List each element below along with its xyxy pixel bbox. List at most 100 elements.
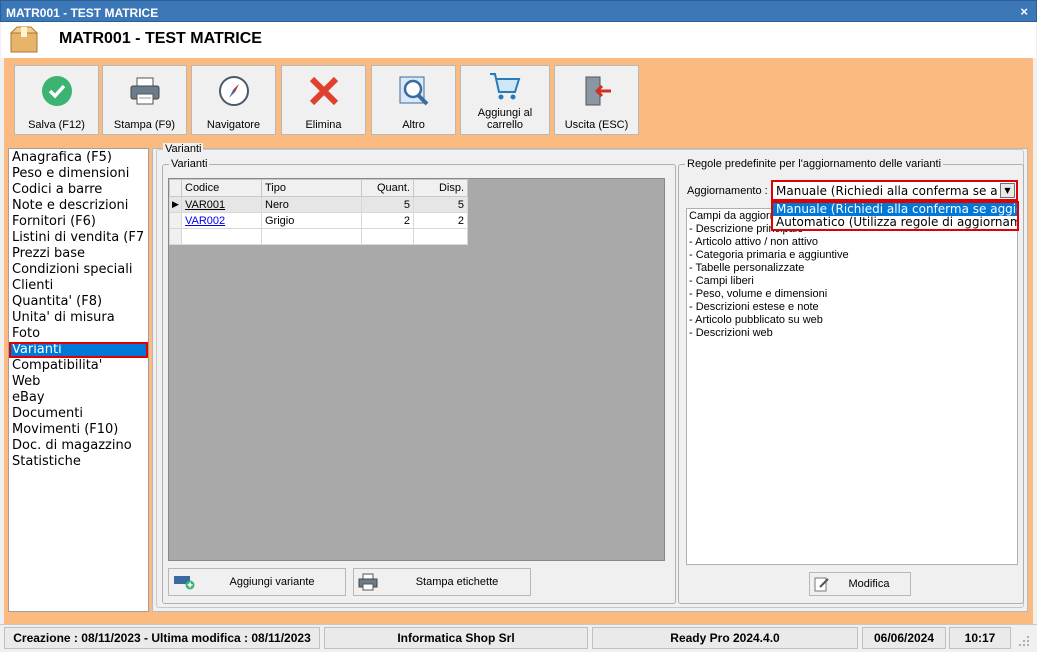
add-to-cart-button[interactable]: Aggiungi al carrello — [460, 65, 550, 135]
printer-icon — [130, 77, 159, 105]
sidebar-item-compatibilita[interactable]: Compatibilita' — [9, 358, 148, 374]
chevron-down-icon[interactable]: ▼ — [1000, 183, 1015, 198]
update-mode-select[interactable]: Manuale (Richiedi alla conferma se aggio… — [771, 180, 1018, 201]
print-button[interactable]: Stampa (F9) — [102, 65, 187, 135]
new-row-cell[interactable] — [413, 228, 468, 245]
exit-door-icon — [585, 76, 611, 106]
sidebar-item-statistiche[interactable]: Statistiche — [9, 454, 148, 470]
sidebar-item-movimenti[interactable]: Movimenti (F10) — [9, 422, 148, 438]
page-title: MATR001 - TEST MATRICE — [59, 30, 262, 47]
delete-label: Elimina — [305, 119, 342, 131]
row-header-cell — [169, 212, 182, 229]
shopping-cart-icon — [490, 73, 521, 100]
column-header-quant[interactable]: Quant. — [361, 179, 414, 197]
sidebar-item-foto[interactable]: Foto — [9, 326, 148, 342]
delete-button[interactable]: Elimina — [281, 65, 366, 135]
sidebar-item-listini-vendita[interactable]: Listini di vendita (F7 — [9, 230, 148, 246]
fields-line: - Descrizioni web — [689, 327, 773, 339]
compass-icon — [218, 76, 249, 106]
sidebar-item-note-descrizioni[interactable]: Note e descrizioni — [9, 198, 148, 214]
variant-avail-cell: 2 — [413, 212, 468, 229]
variant-code-link[interactable]: VAR001 — [181, 196, 262, 213]
variant-qty-cell: 5 — [361, 196, 414, 213]
print-labels-button[interactable]: Stampa etichette — [353, 568, 531, 596]
sidebar-item-quantita[interactable]: Quantita' (F8) — [9, 294, 148, 310]
column-header-tipo[interactable]: Tipo — [261, 179, 362, 197]
package-box-icon — [9, 26, 39, 53]
fields-line: - Articolo attivo / non attivo — [689, 236, 819, 248]
sidebar-item-codici-barre[interactable]: Codici a barre — [9, 182, 148, 198]
sidebar-item-documenti[interactable]: Documenti — [9, 406, 148, 422]
table-row[interactable]: ▶ VAR001 Nero 5 5 — [169, 196, 468, 213]
fields-line: - Articolo pubblicato su web — [689, 314, 823, 326]
add-variant-button[interactable]: Aggiungi variante — [168, 568, 346, 596]
sidebar-item-condizioni-speciali[interactable]: Condizioni speciali — [9, 262, 148, 278]
magnifier-icon — [399, 76, 428, 106]
print-label: Stampa (F9) — [113, 119, 176, 131]
sidebar-item-varianti[interactable]: Varianti — [9, 342, 148, 358]
navigator-button[interactable]: Navigatore — [191, 65, 276, 135]
variant-type-cell: Nero — [261, 196, 362, 213]
status-bar: Creazione : 08/11/2023 - Ultima modifica… — [0, 624, 1037, 652]
close-icon[interactable]: × — [1020, 4, 1028, 19]
outer-group-legend: Varianti — [163, 143, 204, 155]
add-variant-icon — [174, 576, 195, 590]
new-row-cell[interactable] — [361, 228, 414, 245]
app-version: Ready Pro 2024.4.0 — [592, 627, 858, 649]
exit-label: Uscita (ESC) — [564, 119, 629, 131]
sidebar-item-prezzi-base[interactable]: Prezzi base — [9, 246, 148, 262]
update-mode-value: Manuale (Richiedi alla conferma se aggio… — [776, 184, 998, 198]
fields-line: - Descrizioni estese e note — [689, 301, 819, 313]
sidebar-item-unita-misura[interactable]: Unita' di misura — [9, 310, 148, 326]
sidebar-item-fornitori[interactable]: Fornitori (F6) — [9, 214, 148, 230]
sidebar-item-web[interactable]: Web — [9, 374, 148, 390]
column-header-disp[interactable]: Disp. — [413, 179, 468, 197]
sidebar-item-anagrafica[interactable]: Anagrafica (F5) — [9, 150, 148, 166]
fields-line: - Campi liberi — [689, 275, 754, 287]
variants-grid[interactable]: Codice Tipo Quant. Disp. ▶ VAR001 Nero 5… — [168, 178, 665, 561]
printer-icon — [358, 573, 378, 591]
update-mode-label: Aggiornamento : — [687, 185, 768, 197]
update-mode-option-automatic[interactable]: Automatico (Utilizza regole di aggiornam… — [773, 216, 1017, 229]
row-header-cell — [169, 228, 182, 245]
modify-label: Modifica — [848, 578, 890, 590]
form-header: MATR001 - TEST MATRICE — [1, 22, 1036, 58]
variants-group-legend: Varianti — [169, 158, 210, 170]
sidebar-item-doc-magazzino[interactable]: Doc. di magazzino — [9, 438, 148, 454]
table-new-row[interactable] — [169, 228, 468, 245]
modify-button[interactable]: Modifica — [809, 572, 911, 596]
fields-line: - Tabelle personalizzate — [689, 262, 805, 274]
update-mode-dropdown-list: Manuale (Richiedi alla conferma se aggio… — [771, 201, 1019, 231]
add-to-cart-label: Aggiungi al carrello — [477, 107, 533, 131]
variant-type-cell: Grigio — [261, 212, 362, 229]
fields-line: - Categoria primaria e aggiuntive — [689, 249, 849, 261]
row-header-corner — [169, 179, 182, 197]
other-label: Altro — [402, 119, 425, 131]
new-row-cell[interactable] — [181, 228, 262, 245]
checkmark-icon — [41, 76, 72, 106]
add-variant-label: Aggiungi variante — [229, 576, 315, 588]
current-row-arrow-icon: ▶ — [169, 196, 182, 213]
sidebar-item-peso-dimensioni[interactable]: Peso e dimensioni — [9, 166, 148, 182]
save-button[interactable]: Salva (F12) — [14, 65, 99, 135]
status-time: 10:17 — [949, 627, 1011, 649]
other-button[interactable]: Altro — [371, 65, 456, 135]
window-title: MATR001 - TEST MATRICE — [6, 6, 159, 20]
table-header-row: Codice Tipo Quant. Disp. — [169, 179, 468, 197]
edit-pencil-icon — [814, 577, 829, 592]
update-rules-legend: Regole predefinite per l'aggiornamento d… — [685, 158, 944, 170]
table-row[interactable]: VAR002 Grigio 2 2 — [169, 212, 468, 229]
sidebar-item-ebay[interactable]: eBay — [9, 390, 148, 406]
window-titlebar: MATR001 - TEST MATRICE × — [0, 0, 1037, 22]
print-labels-label: Stampa etichette — [415, 576, 499, 588]
new-row-cell[interactable] — [261, 228, 362, 245]
save-label: Salva (F12) — [28, 119, 85, 131]
variant-code-link[interactable]: VAR002 — [181, 212, 262, 229]
section-sidebar: Anagrafica (F5) Peso e dimensioni Codici… — [8, 148, 149, 612]
sidebar-item-clienti[interactable]: Clienti — [9, 278, 148, 294]
resize-grip-icon[interactable] — [1018, 635, 1030, 647]
variant-qty-cell: 2 — [361, 212, 414, 229]
created-modified-info: Creazione : 08/11/2023 - Ultima modifica… — [4, 627, 320, 649]
exit-button[interactable]: Uscita (ESC) — [554, 65, 639, 135]
column-header-codice[interactable]: Codice — [181, 179, 262, 197]
